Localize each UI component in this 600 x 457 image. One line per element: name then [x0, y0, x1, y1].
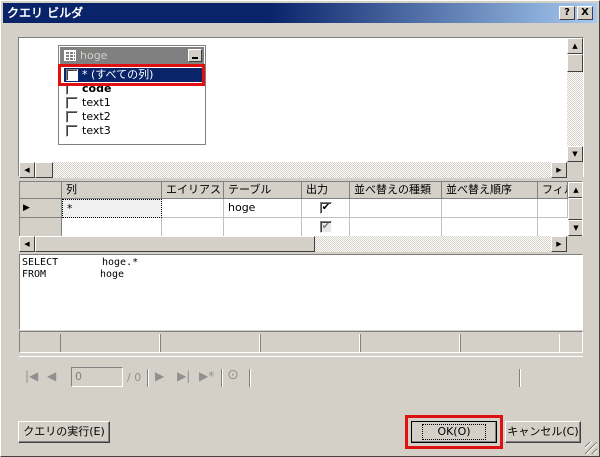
header-output[interactable]: 出力 [302, 182, 350, 199]
sql-select-value: hoge.* [102, 257, 139, 268]
cancel-record-icon[interactable]: ⊙ [227, 367, 239, 383]
cell-output[interactable]: ✔ [302, 218, 350, 236]
table-window-title: hoge [80, 49, 108, 62]
cell-alias[interactable] [162, 218, 224, 236]
scroll-corner [567, 162, 583, 178]
cancel-button[interactable]: キャンセル(C) [505, 421, 581, 443]
checkbox-text1[interactable] [66, 97, 78, 109]
highlight-all-columns [58, 64, 205, 86]
help-button[interactable]: ? [559, 6, 575, 20]
scroll-right-icon[interactable]: ▶ [551, 236, 567, 252]
title-bar: クエリ ビルダ ? X [3, 3, 597, 23]
record-total: / 0 [127, 371, 142, 384]
header-column[interactable]: 列 [62, 182, 162, 199]
header-sort-order[interactable]: 並べ替え順序 [442, 182, 538, 199]
header-alias[interactable]: エイリアス [162, 182, 224, 199]
header-table[interactable]: テーブル [224, 182, 302, 199]
sql-keyword-select: SELECT [22, 257, 59, 268]
grid-corner [20, 182, 62, 199]
last-record-icon[interactable]: ▶| [177, 369, 190, 383]
next-record-icon[interactable]: ▶ [155, 369, 164, 383]
column-row-text2[interactable]: text2 [64, 110, 202, 124]
prev-record-icon[interactable]: ◀ [47, 369, 56, 383]
cell-table[interactable]: hoge [224, 199, 302, 218]
scroll-up-icon[interactable]: ▲ [568, 182, 582, 198]
header-filter[interactable]: フィル [538, 182, 568, 199]
window-title: クエリ ビルダ [7, 6, 84, 20]
cell-alias[interactable] [162, 199, 224, 218]
table-icon [64, 50, 76, 61]
sql-pane[interactable]: SELECT hoge.* FROM hoge [19, 254, 583, 330]
scroll-left-icon[interactable]: ◀ [19, 236, 35, 252]
cell-output[interactable]: ✔ [302, 199, 350, 218]
grid-hscroll-thumb[interactable] [35, 236, 315, 252]
cell-sort-type[interactable] [350, 199, 442, 218]
header-sort-type[interactable]: 並べ替えの種類 [350, 182, 442, 199]
grid-vscroll-thumb[interactable] [568, 198, 582, 220]
scroll-down-icon[interactable]: ▼ [568, 220, 582, 236]
cell-sort-order[interactable] [442, 218, 538, 236]
grid-hscroll[interactable]: ◀ ▶ [19, 236, 583, 252]
sql-from-value: hoge [100, 269, 125, 280]
table-window-titlebar[interactable]: hoge [60, 47, 204, 64]
output-checkbox-disabled[interactable]: ✔ [320, 221, 332, 233]
sql-keyword-from: FROM [22, 269, 47, 280]
cell-sort-type[interactable] [350, 218, 442, 236]
scroll-right-icon[interactable]: ▶ [551, 162, 567, 178]
output-checkbox[interactable]: ✔ [320, 202, 332, 214]
cell-sort-order[interactable] [442, 199, 538, 218]
scroll-left-icon[interactable]: ◀ [19, 162, 35, 178]
diagram-hscroll-thumb[interactable] [35, 162, 53, 178]
highlight-ok-button [405, 415, 503, 449]
results-pane[interactable] [19, 331, 583, 353]
close-button[interactable]: X [577, 6, 593, 20]
checkbox-text3[interactable] [66, 125, 78, 137]
cell-column[interactable] [62, 218, 162, 236]
diagram-vscroll-thumb[interactable] [567, 54, 583, 72]
cell-column[interactable]: * [62, 199, 162, 218]
resize-grip-icon[interactable] [585, 442, 597, 454]
table-window-hoge[interactable]: hoge ✔ * (すべての列) code text1 text2 text3 [58, 45, 206, 145]
row-selector-current-icon[interactable]: ▶ [20, 199, 62, 218]
new-record-icon[interactable]: ▶* [199, 369, 214, 383]
column-row-text1[interactable]: text1 [64, 96, 202, 110]
query-builder-window: クエリ ビルダ ? X hoge ✔ * (すべての列) code text1 [0, 0, 600, 457]
row-selector[interactable] [20, 218, 62, 236]
diagram-pane[interactable]: hoge ✔ * (すべての列) code text1 text2 text3 … [18, 37, 584, 178]
diagram-hscroll[interactable] [19, 162, 567, 178]
criteria-grid[interactable]: 列 エイリアス テーブル 出力 並べ替えの種類 並べ替え順序 フィル ▶ * h… [19, 181, 583, 237]
first-record-icon[interactable]: |◀ [25, 369, 38, 383]
record-position-input[interactable]: 0 [71, 367, 123, 387]
cell-filter[interactable] [538, 199, 568, 218]
cell-table[interactable] [224, 218, 302, 236]
column-row-text3[interactable]: text3 [64, 124, 202, 138]
execute-query-button[interactable]: クエリの実行(E) [18, 421, 110, 443]
scroll-up-icon[interactable]: ▲ [567, 38, 583, 54]
checkbox-text2[interactable] [66, 111, 78, 123]
record-navigator: |◀ ◀ 0 / 0 ▶ ▶| ▶* ⊙ [19, 356, 583, 396]
minimize-icon[interactable] [188, 49, 202, 62]
scroll-down-icon[interactable]: ▼ [567, 146, 583, 162]
